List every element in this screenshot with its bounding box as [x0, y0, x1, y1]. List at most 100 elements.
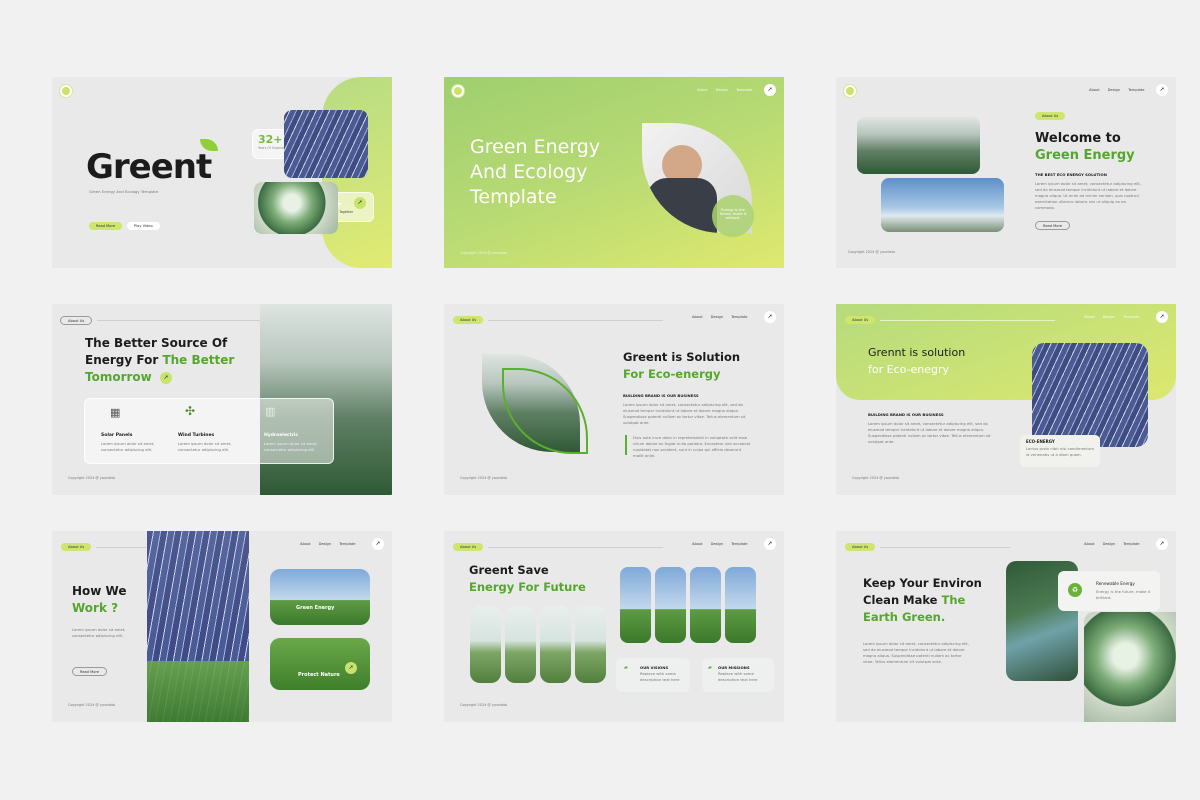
nav-design[interactable]: Design [319, 542, 331, 546]
slide-save-energy[interactable]: About Us About Design Template ➚ Greent Sa… [444, 531, 784, 722]
slide-solution[interactable]: About Us About Design Template ➚ Greent is… [444, 304, 784, 495]
cover-subtitle: Green Energy And Ecology Template [89, 189, 159, 194]
nav-design[interactable]: Design [711, 542, 723, 546]
nav-about[interactable]: About [300, 542, 311, 546]
nav-template[interactable]: Template [339, 542, 355, 546]
title-line-2b: The Better [162, 353, 235, 367]
slide-title[interactable]: About Design Template ➚ Green Energy And E… [444, 77, 784, 268]
arrow-icon[interactable]: ➚ [1156, 311, 1168, 323]
title-line-1: Green Energy [470, 136, 601, 158]
feature-hydro-text: Lorem ipsum dolor sit amet, consectetur … [264, 441, 318, 452]
about-us-badge: About Us [845, 316, 876, 324]
eco-energy-card: ECO-ENERGY Lectus proin nibh nisl condim… [1020, 435, 1100, 467]
nav-template[interactable]: Template [736, 88, 752, 92]
title-line-1: Keep Your Environ [863, 576, 982, 590]
vision-title: OUR VISIONS [640, 665, 669, 670]
read-more-button[interactable]: Read More [72, 667, 108, 676]
nav-design[interactable]: Design [711, 315, 723, 319]
hills-image-3 [540, 606, 571, 683]
slide-cover[interactable]: Greent Green Energy And Ecology Template… [52, 77, 392, 268]
keep-title: Keep Your Environ Clean Make The Earth G… [863, 575, 982, 626]
nav-template[interactable]: Template [1123, 542, 1139, 546]
recycle-icon: ♻ [1068, 583, 1082, 597]
mission-card: ▰ OUR MISSIONS Replace with some descrip… [702, 658, 774, 692]
mission-icon: ▰ [708, 665, 712, 671]
title-block: Green Energy And Ecology Template [470, 135, 600, 210]
kicker: THE BEST ECO ENERGY SOLUTION [1035, 172, 1107, 177]
copyright: Copyright 2024 @ yourdata [460, 251, 508, 255]
nav-menu: About Design Template [1081, 88, 1144, 92]
title-line-1: Greent Save [469, 563, 549, 577]
card-green-energy: Green Energy [296, 605, 335, 611]
arrow-icon[interactable]: ➚ [372, 538, 384, 550]
slide-keep-green[interactable]: About Us About Design Template ➚ Keep Your… [836, 531, 1176, 722]
vision-text: Replace with some description text here [640, 671, 680, 682]
nav-template[interactable]: Template [731, 315, 747, 319]
wind-field-image [270, 569, 370, 625]
feature-wind-text: Lorem ipsum dolor sit amet, consectetur … [178, 441, 232, 452]
about-us-badge: About Us [61, 543, 92, 551]
eco-title: Grennt is solution for Eco-enegry [868, 344, 965, 378]
turbine-image-3 [690, 567, 721, 643]
turbine-image-2 [655, 567, 686, 643]
mission-text: Replace with some description text here [718, 671, 758, 682]
arrow-icon[interactable]: ➚ [764, 538, 776, 550]
arrow-icon[interactable]: ➚ [354, 197, 366, 209]
nav-design[interactable]: Design [1103, 315, 1115, 319]
title-line-1: Welcome to [1035, 131, 1121, 146]
slide-better-source[interactable]: About Us AboutDesignTemplate ➚ The Bette… [52, 304, 392, 495]
title-line-3: Template [470, 186, 557, 208]
vision-icon: ▰ [624, 665, 628, 671]
nav-menu: About Design Template [1076, 542, 1139, 546]
arrow-icon[interactable]: ➚ [345, 662, 357, 674]
nav-about[interactable]: About [692, 542, 703, 546]
nav-template[interactable]: Template [731, 542, 747, 546]
nav-design[interactable]: Design [716, 88, 728, 92]
read-more-button[interactable]: Read More [1035, 221, 1071, 230]
arrow-icon[interactable]: ➚ [764, 84, 776, 96]
nav-about[interactable]: About [1084, 542, 1095, 546]
kicker: BUILDING BRAND IS OUR BUSINESS [868, 412, 944, 417]
nav-menu: About Design Template [684, 315, 747, 319]
play-video-button[interactable]: Play Video [127, 222, 160, 230]
card-title: Renewable Energy [1096, 581, 1135, 586]
nav-menu: About Design Template [689, 88, 752, 92]
title-line-2: Work ? [72, 601, 119, 615]
arrow-icon[interactable]: ➚ [1156, 84, 1168, 96]
body-text: Lorem ipsum dolor sit amet, consectetur … [863, 641, 969, 664]
feature-hydro: Hydroelectric [264, 433, 299, 438]
vision-card: ▰ OUR VISIONS Replace with some descript… [616, 658, 690, 692]
nav-design[interactable]: Design [1108, 88, 1120, 92]
body-text: Lorem ipsum dolor sit amet, consectetur … [623, 402, 746, 425]
title-line-2: for Eco-enegry [868, 363, 950, 376]
nav-about[interactable]: About [697, 88, 708, 92]
welcome-title: Welcome to Green Energy [1035, 130, 1135, 164]
nav-template[interactable]: Template [1123, 315, 1139, 319]
title-line-1: The Better Source Of [85, 336, 228, 350]
arrow-icon[interactable]: ➚ [1156, 538, 1168, 550]
energy-badge: Energy is the future, make it brilliant. [712, 195, 754, 237]
arrow-icon[interactable]: ➚ [160, 372, 172, 384]
nav-about[interactable]: About [692, 315, 703, 319]
slide-how-we-work[interactable]: About Us About Design Template ➚ How We Wo… [52, 531, 392, 722]
divider [488, 320, 663, 321]
arrow-icon[interactable]: ➚ [764, 311, 776, 323]
title-line-2: Energy For Future [469, 580, 586, 594]
slide-eco-energy[interactable]: About Us About Design Template ➚ Grennt is… [836, 304, 1176, 495]
logo-icon [60, 85, 72, 97]
nav-template[interactable]: Template [1128, 88, 1144, 92]
body-text: Lorem ipsum dolor sit amet, consectetur … [868, 421, 991, 444]
kicker: BUILDING BRAND IS OUR BUSINESS [623, 393, 699, 398]
nav-menu: About Design Template [1076, 315, 1139, 319]
nav-about[interactable]: About [1084, 315, 1095, 319]
nav-about[interactable]: About [1089, 88, 1100, 92]
quote-text: Duis aute irure dolor in reprehenderit i… [633, 435, 751, 458]
turbine-image-4 [725, 567, 756, 643]
body-text: Lorem ipsum dolor sit amet, consectetur … [72, 627, 126, 638]
logo-icon [844, 85, 856, 97]
read-more-button[interactable]: Read More [89, 222, 123, 230]
title-line-2: For Eco-energy [623, 367, 721, 381]
slide-welcome[interactable]: About Design Template ➚ About Us Welcome t… [836, 77, 1176, 268]
nav-design[interactable]: Design [1103, 542, 1115, 546]
about-us-badge: About Us [845, 543, 876, 551]
